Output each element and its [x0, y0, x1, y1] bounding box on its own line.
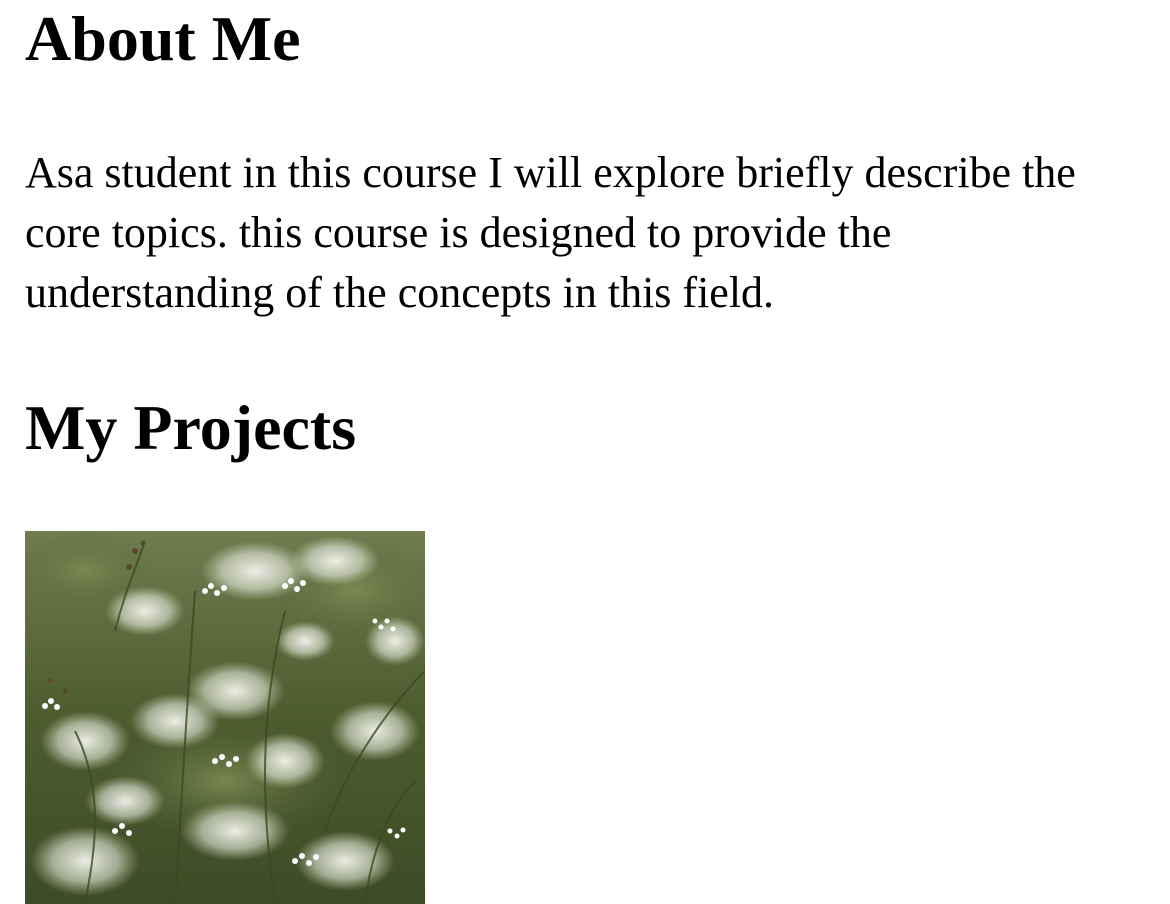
about-heading: About Me [25, 3, 301, 74]
flowers-photo [25, 531, 425, 904]
projects-heading: My Projects [25, 392, 357, 463]
project-image [25, 531, 425, 904]
about-paragraph: Asa student in this course I will explor… [25, 148, 1076, 317]
